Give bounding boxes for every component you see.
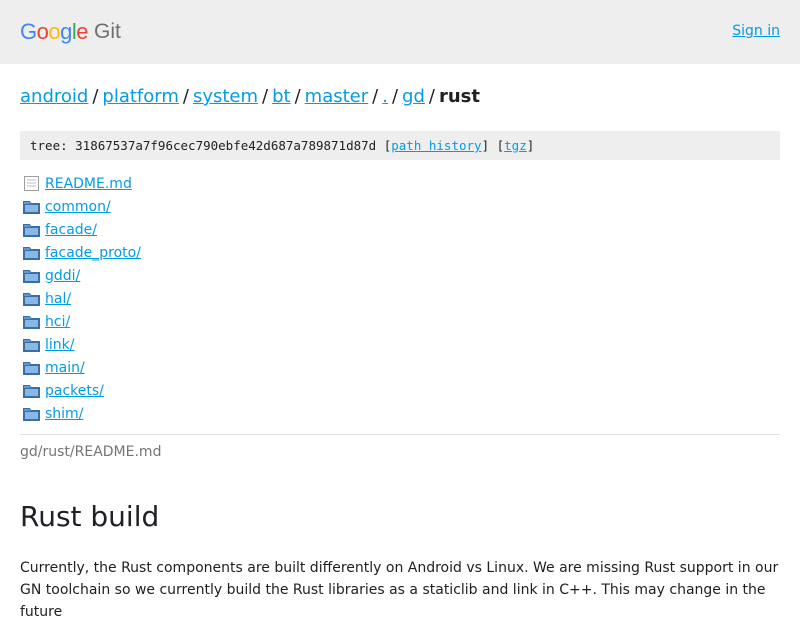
file-link[interactable]: shim/ (45, 406, 83, 422)
git-logo-text: Git (94, 20, 121, 43)
file-list-item: hal/ (20, 287, 780, 310)
tree-hash: tree: 31867537a7f96cec790ebfe42d687a7898… (30, 138, 377, 153)
breadcrumb-separator: / (372, 86, 379, 107)
folder-icon (23, 291, 40, 306)
file-link[interactable]: facade/ (45, 222, 97, 238)
tree-info-bar: tree: 31867537a7f96cec790ebfe42d687a7898… (20, 131, 780, 160)
file-list-item: facade_proto/ (20, 241, 780, 264)
breadcrumb-current: rust (438, 86, 480, 107)
file-list-item: gddi/ (20, 264, 780, 287)
breadcrumb-android[interactable]: android (20, 86, 88, 107)
breadcrumb-gd[interactable]: gd (402, 86, 425, 107)
breadcrumb-bt[interactable]: bt (272, 86, 290, 107)
breadcrumb-separator: / (262, 86, 269, 107)
breadcrumb: android / platform / system / bt / master /. / gd / r… (20, 86, 480, 107)
readme-path: gd/rust/README.md (20, 444, 162, 460)
sign-in-link[interactable]: Sign in (732, 23, 780, 39)
folder-icon (23, 268, 40, 283)
file-link[interactable]: packets/ (45, 383, 104, 399)
file-list-item: link/ (20, 333, 780, 356)
file-link[interactable]: hci/ (45, 314, 70, 330)
file-list-item: main/ (20, 356, 780, 379)
divider (20, 434, 780, 435)
readme-paragraph: Currently, the Rust components are built… (20, 560, 779, 620)
google-git-logo[interactable]: Google Git (20, 19, 121, 45)
file-link[interactable]: README.md (45, 176, 132, 192)
breadcrumb-separator: / (428, 86, 435, 107)
breadcrumb-dot[interactable]: . (382, 86, 388, 107)
file-list-item: shim/ (20, 402, 780, 425)
folder-icon (23, 383, 40, 398)
folder-icon (23, 337, 40, 352)
file-list: README.md common/facade/facade_proto/gddi… (20, 172, 780, 425)
file-list-item: common/ (20, 195, 780, 218)
readme-title: Rust build (20, 500, 160, 533)
folder-icon (23, 360, 40, 375)
tgz-link[interactable]: tgz (504, 138, 527, 153)
breadcrumb-separator: / (182, 86, 189, 107)
file-list-item: facade/ (20, 218, 780, 241)
breadcrumb-platform[interactable]: platform (102, 86, 178, 107)
breadcrumb-master[interactable]: master (305, 86, 368, 107)
file-link[interactable]: link/ (45, 337, 74, 353)
bracket: ] (481, 138, 490, 153)
breadcrumb-separator: / (391, 86, 399, 107)
file-link[interactable]: common/ (45, 199, 111, 215)
header: Google Git Sign in (0, 0, 800, 64)
file-link[interactable]: hal/ (45, 291, 71, 307)
file-list-item: hci/ (20, 310, 780, 333)
breadcrumb-separator: / (294, 86, 301, 107)
folder-icon (23, 222, 40, 237)
folder-icon (23, 314, 40, 329)
folder-icon (23, 406, 40, 421)
file-link[interactable]: gddi/ (45, 268, 80, 284)
file-link[interactable]: facade_proto/ (45, 245, 141, 261)
file-list-item: packets/ (20, 379, 780, 402)
file-link[interactable]: main/ (45, 360, 85, 376)
path-history-link[interactable]: path history (391, 138, 481, 153)
folder-icon (23, 245, 40, 260)
breadcrumb-system[interactable]: system (193, 86, 258, 107)
google-logo-text: Google (20, 19, 89, 44)
folder-icon (23, 199, 40, 214)
bracket: ] (526, 138, 535, 153)
file-icon (23, 176, 40, 191)
file-list-item: README.md (20, 172, 780, 195)
breadcrumb-separator: / (92, 86, 99, 107)
